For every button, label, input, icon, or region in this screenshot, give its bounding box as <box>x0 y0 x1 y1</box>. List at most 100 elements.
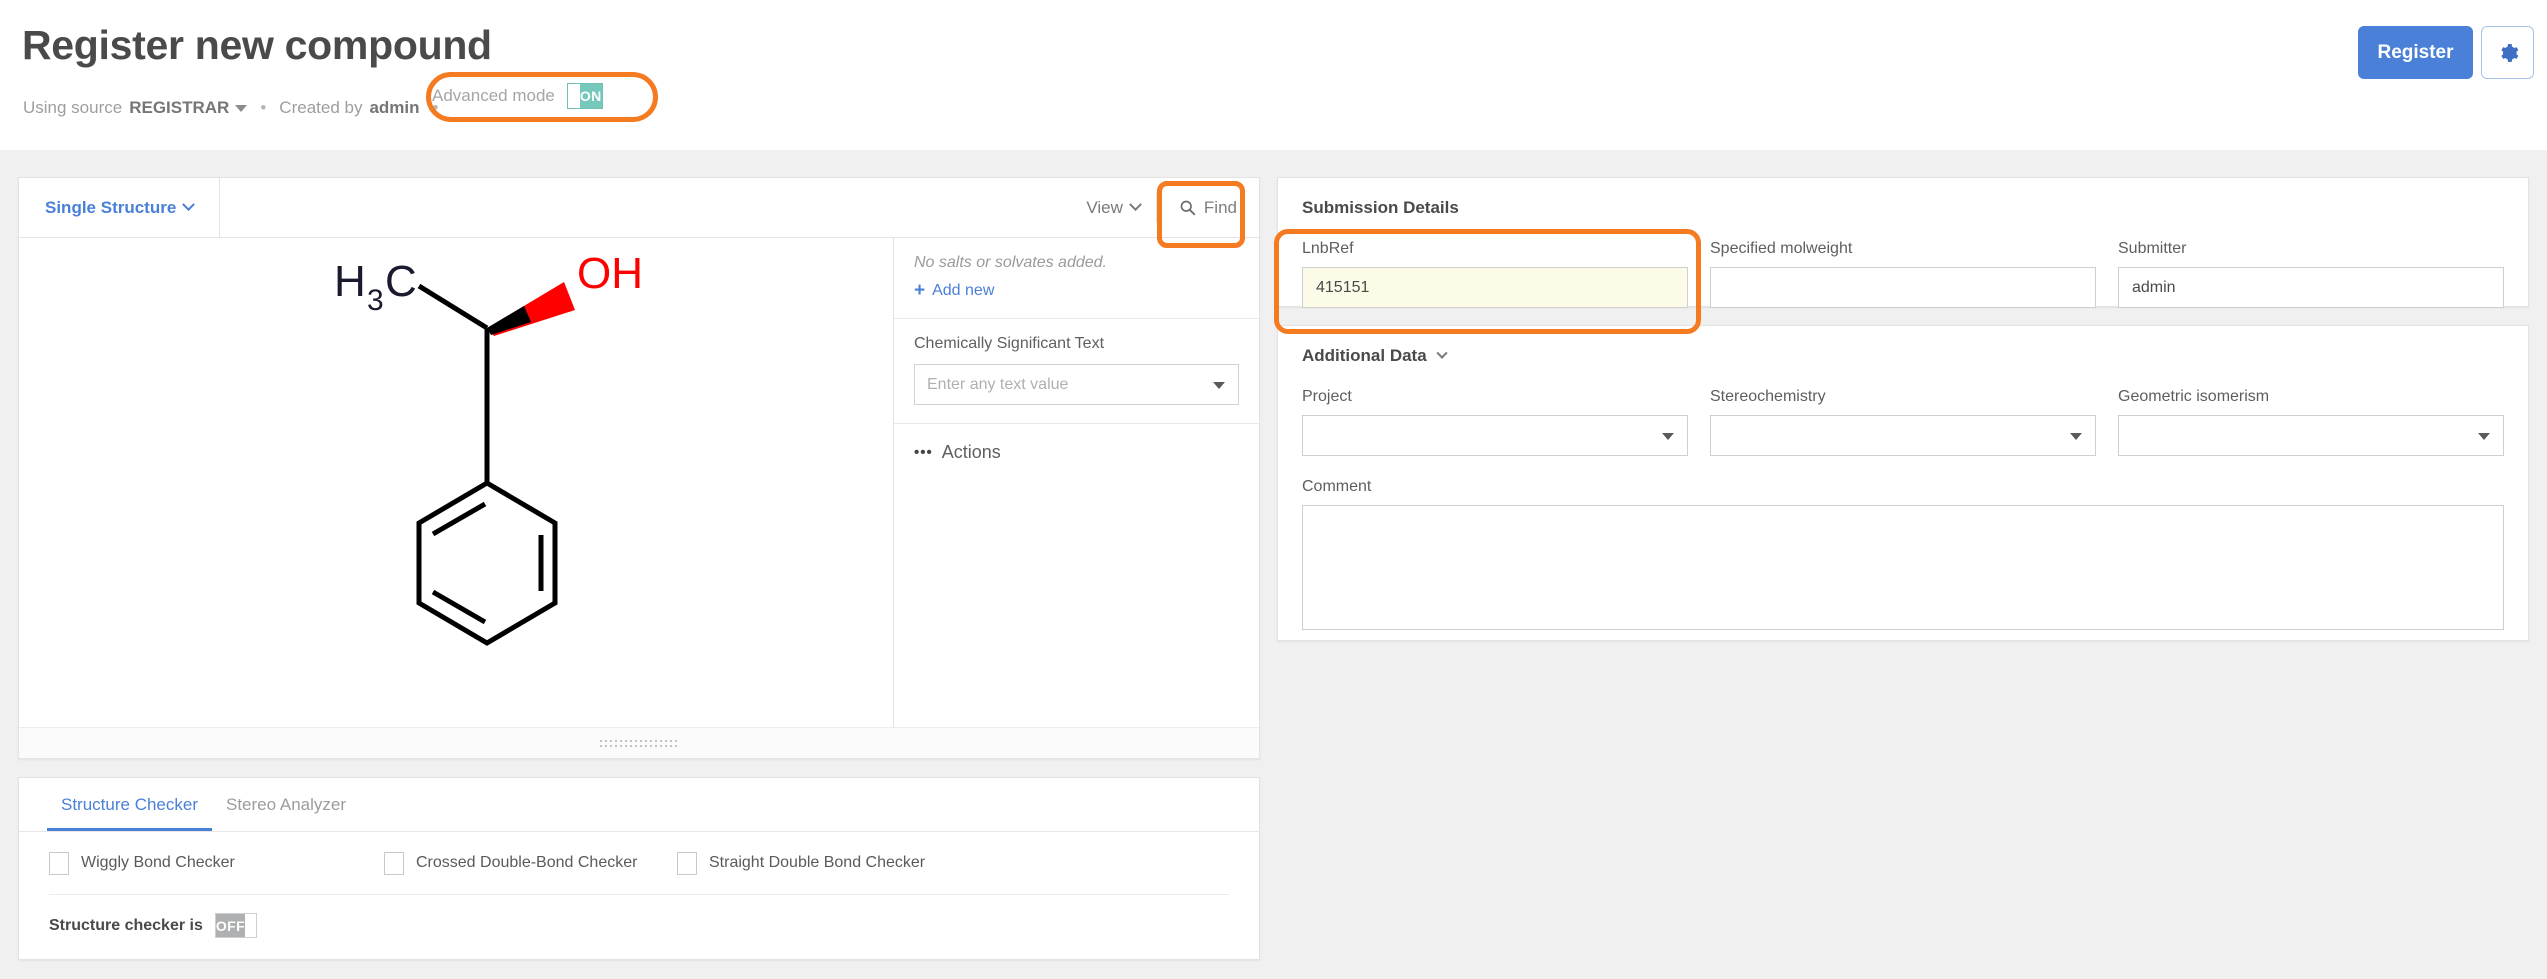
source-dropdown[interactable]: REGISTRAR <box>129 98 229 118</box>
comment-field: Comment <box>1302 478 2504 635</box>
advanced-mode-toggle-state: ON <box>580 84 602 108</box>
field-lnbref: LnbRef <box>1302 240 1688 308</box>
actions-label: Actions <box>942 442 1001 463</box>
checker-toggle-state: OFF <box>216 914 245 937</box>
view-menu-label: View <box>1086 198 1123 218</box>
checkbox-label: Straight Double Bond Checker <box>709 854 925 872</box>
tab-stereo-analyzer[interactable]: Stereo Analyzer <box>212 778 360 831</box>
structure-editor-card: Single Structure View Find <box>18 177 1260 759</box>
additional-data-title: Additional Data <box>1302 346 1427 366</box>
created-by-label: Created by <box>279 98 362 118</box>
stereochemistry-select[interactable] <box>1710 415 2096 456</box>
submission-details-card: Submission Details LnbRef Specified molw… <box>1277 177 2529 307</box>
add-new-salt-button[interactable]: + Add new <box>914 281 1239 300</box>
structure-checker-card: Structure Checker Stereo Analyzer Wiggly… <box>18 777 1260 960</box>
field-project: Project <box>1302 388 1688 456</box>
app-root: Register new compound Using source REGIS… <box>0 0 2547 979</box>
right-column: Submission Details LnbRef Specified molw… <box>1277 177 2529 641</box>
specified-molweight-input[interactable] <box>1710 267 2096 308</box>
structure-mode-dropdown[interactable]: Single Structure <box>19 178 220 237</box>
toggle-knob <box>568 84 580 108</box>
advanced-mode-control[interactable]: Advanced mode ON <box>432 76 576 116</box>
chemically-significant-text-section: Chemically Significant Text Enter any te… <box>894 319 1259 424</box>
header-meta-bar: Using source REGISTRAR • Created by admi… <box>23 95 451 121</box>
svg-text:OH: OH <box>577 249 643 298</box>
created-by-value: admin <box>369 98 419 118</box>
editor-body: H 3 C OH No salts or solvates added. + A… <box>19 238 1259 727</box>
structure-side-panel: No salts or solvates added. + Add new Ch… <box>893 238 1259 727</box>
field-specified-molweight: Specified molweight <box>1710 240 2096 308</box>
additional-data-selects: Project Stereochemistry Geometric isomer… <box>1302 388 2504 456</box>
grip-handle-icon <box>600 740 678 747</box>
salts-section: No salts or solvates added. + Add new <box>894 238 1259 319</box>
field-label: LnbRef <box>1302 240 1688 258</box>
salts-empty-note: No salts or solvates added. <box>914 254 1239 272</box>
structure-mode-label: Single Structure <box>45 198 176 218</box>
submission-fields: LnbRef Specified molweight Submitter <box>1302 240 2504 308</box>
toolbar-spacer <box>220 178 1070 237</box>
svg-text:3: 3 <box>367 284 384 317</box>
gear-icon <box>2497 42 2519 64</box>
checkbox-straight-double-bond[interactable]: Straight Double Bond Checker <box>677 852 925 875</box>
cst-label: Chemically Significant Text <box>914 335 1239 353</box>
chevron-down-icon <box>1129 198 1142 211</box>
additional-data-header[interactable]: Additional Data <box>1302 346 2504 366</box>
toggle-knob <box>245 914 256 937</box>
structure-checker-toggle[interactable]: OFF <box>215 913 257 938</box>
caret-down-icon <box>2070 433 2082 440</box>
caret-down-icon <box>1213 382 1225 389</box>
chevron-down-icon <box>1436 348 1447 359</box>
ellipsis-icon: ••• <box>914 444 933 461</box>
field-label: Specified molweight <box>1710 240 2096 258</box>
structure-checker-state: Structure checker is OFF <box>19 895 1259 938</box>
advanced-mode-label: Advanced mode <box>432 86 555 106</box>
field-label: Submitter <box>2118 240 2504 258</box>
lnbref-input[interactable] <box>1302 267 1688 308</box>
structure-canvas[interactable]: H 3 C OH <box>19 238 893 727</box>
panel-resize-handle[interactable] <box>19 727 1259 758</box>
geometric-isomerism-select[interactable] <box>2118 415 2504 456</box>
register-button[interactable]: Register <box>2358 26 2473 79</box>
submitter-input[interactable] <box>2118 267 2504 308</box>
field-label: Geometric isomerism <box>2118 388 2504 406</box>
svg-text:H: H <box>334 257 366 306</box>
caret-down-icon <box>1662 433 1674 440</box>
field-stereochemistry: Stereochemistry <box>1710 388 2096 456</box>
checker-options-row: Wiggly Bond Checker Crossed Double-Bond … <box>19 832 1259 894</box>
using-source-label: Using source <box>23 98 122 118</box>
additional-data-card: Additional Data Project Stereochemistry <box>1277 325 2529 641</box>
add-new-label: Add new <box>932 282 994 300</box>
find-label: Find <box>1204 198 1237 218</box>
plus-icon: + <box>914 281 925 300</box>
editor-toolbar: Single Structure View Find <box>19 178 1259 238</box>
checker-tabs: Structure Checker Stereo Analyzer <box>19 778 1259 832</box>
comment-textarea[interactable] <box>1302 505 2504 630</box>
chevron-down-icon <box>182 198 195 211</box>
meta-separator: • <box>260 98 266 118</box>
project-select[interactable] <box>1302 415 1688 456</box>
field-label: Project <box>1302 388 1688 406</box>
checkbox-input[interactable] <box>49 852 69 875</box>
chevron-down-icon[interactable] <box>235 105 247 112</box>
comment-label: Comment <box>1302 478 2504 496</box>
field-submitter: Submitter <box>2118 240 2504 308</box>
view-menu-button[interactable]: View <box>1070 178 1156 237</box>
svg-text:C: C <box>385 257 417 306</box>
checkbox-wiggly-bond[interactable]: Wiggly Bond Checker <box>49 852 384 875</box>
cst-select[interactable]: Enter any text value <box>914 364 1239 405</box>
checkbox-input[interactable] <box>677 852 697 875</box>
left-column: Single Structure View Find <box>18 177 1260 960</box>
caret-down-icon <box>2478 433 2490 440</box>
page-header: Register new compound Using source REGIS… <box>0 0 2547 150</box>
find-button[interactable]: Find <box>1157 178 1259 237</box>
submission-details-title: Submission Details <box>1302 198 2504 218</box>
settings-button[interactable] <box>2481 26 2534 79</box>
field-geometric-isomerism: Geometric isomerism <box>2118 388 2504 456</box>
page-title: Register new compound <box>22 22 492 69</box>
checkbox-input[interactable] <box>384 852 404 875</box>
checkbox-crossed-double-bond[interactable]: Crossed Double-Bond Checker <box>384 852 677 875</box>
field-label: Stereochemistry <box>1710 388 2096 406</box>
tab-structure-checker[interactable]: Structure Checker <box>47 778 212 831</box>
advanced-mode-toggle[interactable]: ON <box>567 83 603 109</box>
actions-menu[interactable]: ••• Actions <box>894 424 1259 481</box>
